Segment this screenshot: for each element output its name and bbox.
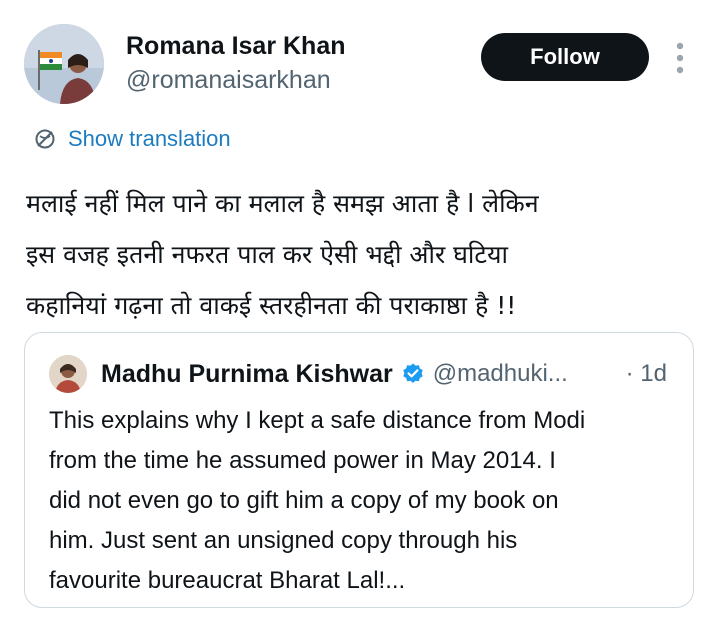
quoted-author-handle: @madhuki... — [432, 360, 568, 387]
quoted-author-avatar — [49, 355, 87, 393]
show-translation-label: Show translation — [68, 126, 231, 151]
more-vertical-icon[interactable] — [670, 40, 690, 76]
tweet-line: इस वजह इतनी नफरत पाल कर ऐसी भद्दी और घटि… — [26, 240, 508, 269]
quoted-line: favourite bureaucrat Bharat Lal!... — [49, 567, 406, 594]
verified-badge-icon — [401, 362, 425, 386]
show-translation-link[interactable]: Show translation — [34, 122, 231, 156]
quoted-line: from the time he assumed power in May 20… — [49, 447, 556, 474]
quoted-tweet-card[interactable]: Madhu Purnima Kishwar @madhuki... · 1d T… — [24, 332, 694, 608]
quoted-line: This explains why I kept a safe distance… — [49, 407, 586, 434]
author-avatar[interactable] — [24, 24, 104, 104]
quoted-line: did not even go to gift him a copy of my… — [49, 487, 559, 514]
quoted-line: him. Just sent an unsigned copy through … — [49, 527, 518, 554]
author-handle[interactable]: @romanaisarkhan — [126, 64, 331, 96]
tweet-line: कहानियां गढ़ना तो वाकई स्तरहीनता की पराक… — [26, 291, 517, 320]
quoted-author-name: Madhu Purnima Kishwar — [101, 359, 393, 388]
tweet-line: मलाई नहीं मिल पाने का मलाल है समझ आता है… — [26, 189, 539, 218]
quoted-header: Madhu Purnima Kishwar @madhuki... — [101, 355, 568, 393]
quoted-timestamp: · 1d — [625, 360, 667, 387]
author-name[interactable]: Romana Isar Khan — [126, 30, 346, 62]
translate-globe-icon — [34, 128, 56, 150]
tweet-header: Romana Isar Khan @romanaisarkhan Follow — [0, 0, 720, 120]
follow-button[interactable]: Follow — [481, 33, 649, 81]
tweet-body: मलाई नहीं मिल पाने का मलाल है समझ आता है… — [26, 178, 696, 331]
quoted-body: This explains why I kept a safe distance… — [49, 401, 679, 601]
